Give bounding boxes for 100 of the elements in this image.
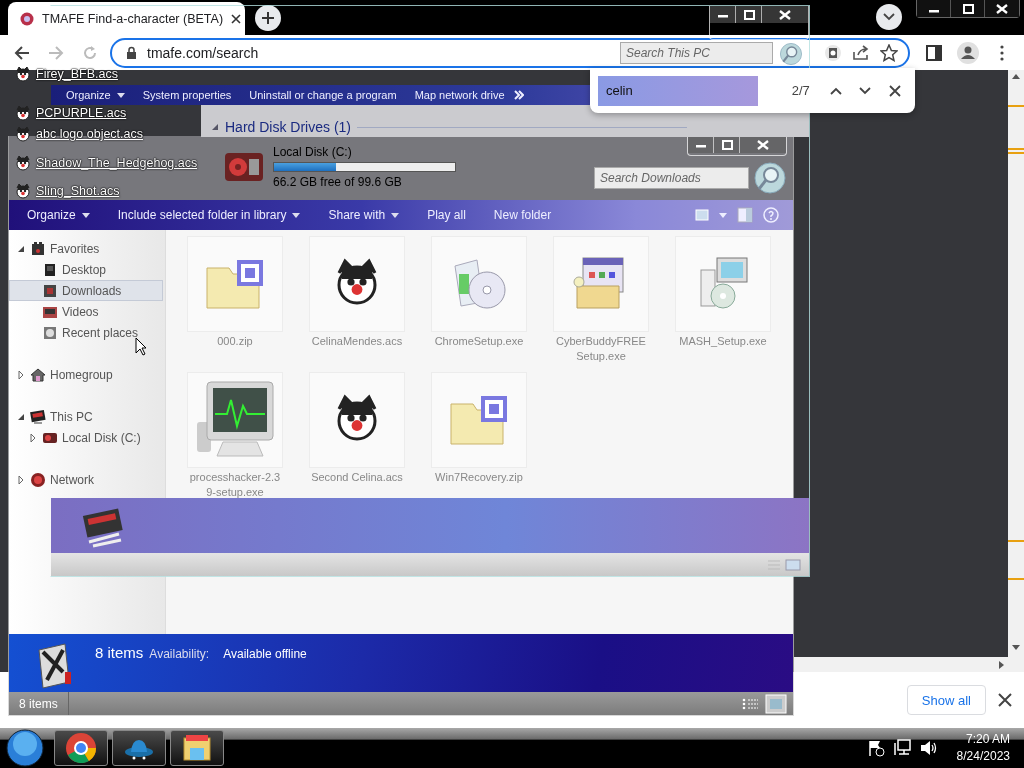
close-icon bbox=[779, 9, 791, 20]
chevron-icon[interactable] bbox=[513, 90, 524, 100]
close-button[interactable] bbox=[762, 6, 808, 23]
explorer-taskbar-button[interactable] bbox=[170, 730, 224, 766]
search-icon[interactable] bbox=[753, 161, 787, 195]
file-name: processhacker-2.39-setup.exe bbox=[188, 470, 282, 500]
maximize-button[interactable] bbox=[736, 6, 762, 23]
close-button[interactable] bbox=[985, 0, 1019, 17]
share-icon[interactable] bbox=[852, 44, 870, 61]
file-link[interactable]: Sling_Shot.acs bbox=[36, 184, 120, 198]
search-icon[interactable] bbox=[779, 42, 803, 66]
forward-arrow-icon bbox=[48, 44, 64, 61]
agent-taskbar-button[interactable] bbox=[112, 730, 166, 766]
flag-icon[interactable] bbox=[866, 739, 885, 757]
plus-icon bbox=[261, 11, 275, 25]
profile-icon bbox=[957, 41, 979, 64]
nav-item[interactable]: Recent places bbox=[9, 322, 163, 343]
page-search-icon[interactable] bbox=[824, 43, 842, 62]
minimize-button[interactable] bbox=[917, 0, 951, 17]
toolbar-button[interactable]: System properties bbox=[133, 85, 241, 105]
favicon-icon bbox=[20, 11, 34, 26]
drive-item[interactable]: Local Disk (C:) 66.2 GB free of 99.6 GB bbox=[223, 145, 456, 189]
nav-item[interactable]: This PC bbox=[9, 406, 163, 427]
file-thumbnail[interactable] bbox=[309, 372, 405, 468]
close-icon bbox=[889, 84, 902, 97]
drive-name: Local Disk (C:) bbox=[273, 145, 353, 159]
file-thumbnail[interactable] bbox=[431, 372, 527, 468]
file-thumbnail[interactable] bbox=[309, 236, 405, 332]
details-view-icon[interactable] bbox=[741, 696, 759, 711]
toolbar-button[interactable]: Include selected folder in library bbox=[105, 203, 317, 227]
menu-icon bbox=[1000, 44, 1004, 61]
file-link[interactable]: PCPURPLE.acs bbox=[36, 106, 127, 120]
toolbar-button[interactable]: Organize bbox=[57, 85, 134, 105]
close-icon[interactable] bbox=[998, 693, 1012, 707]
toolbar-button[interactable]: Organize bbox=[15, 203, 106, 227]
back-arrow-icon bbox=[14, 44, 30, 61]
toolbar-button[interactable]: Map network drive bbox=[405, 85, 514, 105]
file-link[interactable]: abc logo object.acs bbox=[36, 127, 143, 141]
expand-arrow-icon[interactable] bbox=[16, 369, 26, 380]
file-thumbnail[interactable] bbox=[187, 236, 283, 332]
toolbar-button[interactable]: New folder bbox=[481, 203, 568, 227]
nav-item[interactable]: Desktop bbox=[9, 259, 163, 280]
caret-icon bbox=[116, 92, 125, 98]
network-icon[interactable] bbox=[892, 739, 911, 757]
chrome-taskbar-button[interactable] bbox=[54, 730, 108, 766]
lock-icon bbox=[126, 45, 137, 60]
nav-item[interactable]: Homegroup bbox=[9, 364, 163, 385]
caret-icon bbox=[719, 212, 727, 218]
find-field[interactable]: celin bbox=[598, 75, 758, 106]
nav-item[interactable]: Local Disk (C:) bbox=[9, 427, 163, 448]
file-thumbnail[interactable] bbox=[675, 236, 771, 332]
file-thumbnail[interactable] bbox=[187, 372, 283, 468]
vertical-scrollbar[interactable] bbox=[1008, 70, 1024, 672]
clock[interactable]: 7:20 AM 8/24/2023 bbox=[956, 731, 1010, 765]
toolbar-button[interactable]: Play all bbox=[415, 203, 482, 227]
file-thumbnail[interactable] bbox=[431, 236, 527, 332]
free-space-text: 66.2 GB free of 99.6 GB bbox=[273, 175, 403, 189]
url-text: tmafe.com/search bbox=[147, 44, 259, 61]
availability-value: Available offline bbox=[223, 647, 307, 661]
file-link[interactable]: Firey_BFB.acs bbox=[36, 67, 118, 81]
status-text: 8 items bbox=[9, 692, 69, 715]
nav-item[interactable]: Downloads bbox=[9, 280, 163, 301]
tab-search-button[interactable] bbox=[876, 4, 902, 30]
group-header: Hard Disk Drives (1) bbox=[225, 119, 351, 135]
reload-icon bbox=[82, 44, 98, 61]
scroll-down-icon[interactable] bbox=[1012, 645, 1020, 650]
volume-icon[interactable] bbox=[918, 739, 937, 757]
file-name: ChromeSetup.exe bbox=[433, 334, 525, 349]
scroll-up-icon[interactable] bbox=[1012, 74, 1020, 79]
expand-arrow-icon[interactable] bbox=[28, 432, 38, 443]
search-field[interactable]: Search This PC bbox=[620, 42, 773, 64]
file-name: CelinaMendes.acs bbox=[310, 334, 404, 349]
new-tab-button[interactable] bbox=[255, 5, 281, 31]
file-name: Second Celina.acs bbox=[310, 470, 404, 485]
caret-icon bbox=[391, 212, 400, 218]
maximize-icon bbox=[720, 139, 733, 150]
horizontal-scrollbar[interactable] bbox=[794, 657, 1008, 672]
file-thumbnail[interactable] bbox=[553, 236, 649, 332]
file-link[interactable]: Shadow_The_Hedgehog.acs bbox=[36, 156, 198, 170]
toolbar-button[interactable]: Uninstall or change a program bbox=[240, 85, 406, 105]
start-button[interactable] bbox=[6, 729, 46, 767]
file-name: MASH_Setup.exe bbox=[678, 334, 768, 349]
file-name: CyberBuddyFREESetup.exe bbox=[555, 334, 647, 364]
nav-item[interactable]: Videos bbox=[9, 301, 163, 322]
expand-arrow-icon[interactable] bbox=[16, 474, 26, 485]
show-all-button[interactable]: Show all bbox=[906, 685, 986, 715]
restore-icon bbox=[961, 3, 974, 14]
expand-arrow-icon[interactable] bbox=[211, 123, 219, 131]
nav-item[interactable]: Network bbox=[9, 469, 163, 490]
nav-item[interactable]: Favorites bbox=[9, 238, 163, 259]
close-icon bbox=[757, 139, 769, 150]
house-icon bbox=[30, 366, 46, 383]
browser-tab[interactable]: TMAFE Find-a-character (BETA) bbox=[8, 2, 245, 35]
close-icon bbox=[996, 3, 1008, 14]
restore-button[interactable] bbox=[951, 0, 985, 17]
close-icon[interactable] bbox=[231, 13, 242, 24]
toolbar-button[interactable]: Share with bbox=[316, 203, 416, 227]
search-field[interactable]: Search Downloads bbox=[594, 167, 749, 189]
scroll-right-icon[interactable] bbox=[999, 660, 1004, 669]
star-icon[interactable] bbox=[880, 43, 898, 62]
